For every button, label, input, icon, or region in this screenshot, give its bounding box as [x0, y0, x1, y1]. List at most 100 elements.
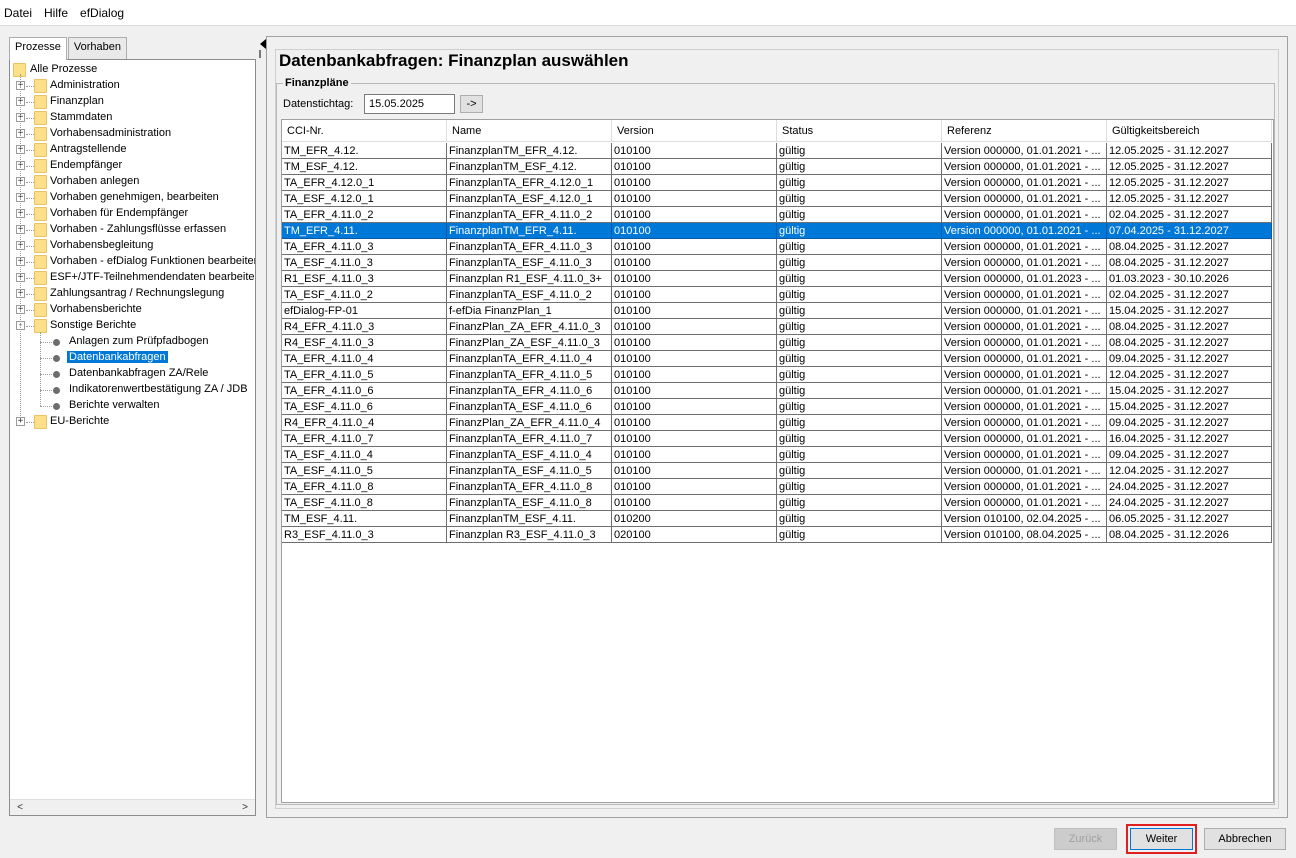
table-row[interactable]: R4_EFR_4.11.0_4 FinanzPlan_ZA_EFR_4.11.0_… [282, 415, 1272, 431]
scroll-right-icon[interactable]: > [237, 800, 253, 816]
table-row[interactable]: TA_EFR_4.11.0_5 FinanzplanTA_EFR_4.11.0_5… [282, 367, 1272, 383]
table-cell: R4_EFR_4.11.0_3 [282, 319, 447, 335]
table-cell: 12.04.2025 - 31.12.2027 [1107, 367, 1272, 383]
tree-item[interactable]: Alle Prozesse [10, 62, 255, 78]
table-row[interactable]: efDialog-FP-01 f-efDia FinanzPlan_1 010100… [282, 303, 1272, 319]
table-row[interactable]: TA_EFR_4.11.0_6 FinanzplanTA_EFR_4.11.0_6… [282, 383, 1272, 399]
tree-item[interactable]: + Vorhaben für Endempfänger [10, 206, 255, 222]
tree-item-label: Vorhaben genehmigen, bearbeiten [50, 191, 219, 203]
tree-item[interactable]: + Vorhaben anlegen [10, 174, 255, 190]
table-cell: 010100 [612, 399, 777, 415]
report-bullet-icon [53, 403, 60, 410]
column-header[interactable]: Referenz [942, 120, 1107, 142]
tree-horizontal-scrollbar[interactable]: < > [10, 799, 255, 815]
table-row-selected[interactable]: TM_EFR_4.11. FinanzplanTM_EFR_4.11. 010100… [282, 223, 1272, 239]
tree-connector [40, 358, 52, 359]
tree-item[interactable]: Anlagen zum Prüfpfadbogen [10, 334, 255, 350]
table-row[interactable]: TA_EFR_4.11.0_2 FinanzplanTA_EFR_4.11.0_2… [282, 207, 1272, 223]
tree-item[interactable]: + Vorhabensadministration [10, 126, 255, 142]
tree-item-label: Berichte verwalten [69, 399, 160, 411]
column-header[interactable]: Gültigkeitsbereich [1107, 120, 1272, 142]
table-row[interactable]: TM_ESF_4.12. FinanzplanTM_ESF_4.12. 010100… [282, 159, 1272, 175]
table-cell: Version 000000, 01.01.2021 - ... [942, 431, 1107, 447]
table-cell: Version 010100, 02.04.2025 - ... [942, 511, 1107, 527]
table-cell: FinanzplanTM_ESF_4.11. [447, 511, 612, 527]
tree-connector [26, 214, 34, 215]
table-row[interactable]: TA_EFR_4.11.0_4 FinanzplanTA_EFR_4.11.0_4… [282, 351, 1272, 367]
table-cell: FinanzPlan_ZA_EFR_4.11.0_3 [447, 319, 612, 335]
tree-item-label: Sonstige Berichte [50, 319, 137, 331]
tree-item[interactable]: + Vorhabensberichte [10, 302, 255, 318]
tab-vorhaben[interactable]: Vorhaben [67, 37, 127, 59]
apply-date-button[interactable]: -> [460, 95, 483, 113]
tree-item[interactable]: Datenbankabfragen ZA/Rele [10, 366, 255, 382]
tree-item[interactable]: Berichte verwalten [10, 398, 255, 414]
tree-connector [40, 374, 52, 375]
tree-connector [26, 86, 34, 87]
table-row[interactable]: R4_ESF_4.11.0_3 FinanzPlan_ZA_ESF_4.11.0_… [282, 335, 1272, 351]
tree-item[interactable]: + Zahlungsantrag / Rechnungslegung [10, 286, 255, 302]
menu-efdialog[interactable]: efDialog [80, 4, 124, 22]
tree-item-label: Vorhabensbegleitung [50, 239, 154, 251]
expand-icon[interactable]: + [16, 417, 25, 426]
tree-item[interactable]: + Vorhabensbegleitung [10, 238, 255, 254]
table-cell: gültig [777, 463, 942, 479]
column-header[interactable]: Version [612, 120, 777, 142]
tree-item[interactable]: + Vorhaben - efDialog Funktionen bearbeit… [10, 254, 255, 270]
table-cell: gültig [777, 431, 942, 447]
tree-connector [26, 422, 34, 423]
table-row[interactable]: TM_ESF_4.11. FinanzplanTM_ESF_4.11. 010200… [282, 511, 1272, 527]
table-row[interactable]: TA_ESF_4.11.0_6 FinanzplanTA_ESF_4.11.0_6… [282, 399, 1272, 415]
back-button[interactable]: Zurück [1054, 828, 1117, 850]
table-cell: 07.04.2025 - 31.12.2027 [1107, 223, 1272, 239]
table-header: CCI-Nr. Name Version Status Referenz Gültigke… [282, 120, 1272, 142]
column-header[interactable]: Status [777, 120, 942, 142]
next-button[interactable]: Weiter [1126, 824, 1197, 854]
tree-item-label: Antragstellende [50, 143, 127, 155]
column-header[interactable]: Name [447, 120, 612, 142]
table-row[interactable]: TA_ESF_4.11.0_4 FinanzplanTA_ESF_4.11.0_4… [282, 447, 1272, 463]
table-row[interactable]: TA_ESF_4.11.0_2 FinanzplanTA_ESF_4.11.0_2… [282, 287, 1272, 303]
scroll-left-icon[interactable]: < [12, 800, 28, 816]
tree-item[interactable]: + ESF+/JTF-Teilnehmendendaten bearbeiten [10, 270, 255, 286]
tree-item[interactable]: Indikatorenwertbestätigung ZA / JDB [10, 382, 255, 398]
table-cell: FinanzplanTA_EFR_4.11.0_5 [447, 367, 612, 383]
tree-item[interactable]: + Vorhaben genehmigen, bearbeiten [10, 190, 255, 206]
menu-datei[interactable]: Datei [4, 4, 32, 22]
table-cell: 010100 [612, 159, 777, 175]
tree-item[interactable]: + Endempfänger [10, 158, 255, 174]
table-row[interactable]: TA_EFR_4.11.0_3 FinanzplanTA_EFR_4.11.0_3… [282, 239, 1272, 255]
tree-item[interactable]: + Finanzplan [10, 94, 255, 110]
tab-prozesse[interactable]: Prozesse [9, 37, 67, 60]
table-cell: TA_ESF_4.11.0_5 [282, 463, 447, 479]
table-row[interactable]: TA_EFR_4.12.0_1 FinanzplanTA_EFR_4.12.0_1… [282, 175, 1272, 191]
table-row[interactable]: TA_EFR_4.11.0_7 FinanzplanTA_EFR_4.11.0_7… [282, 431, 1272, 447]
tree-item[interactable]: Datenbankabfragen [10, 350, 255, 366]
table-row[interactable]: TA_ESF_4.11.0_3 FinanzplanTA_ESF_4.11.0_3… [282, 255, 1272, 271]
table-cell: 010100 [612, 239, 777, 255]
table-row[interactable]: R4_EFR_4.11.0_3 FinanzPlan_ZA_EFR_4.11.0_… [282, 319, 1272, 335]
table-row[interactable]: TM_EFR_4.12. FinanzplanTM_EFR_4.12. 010100… [282, 143, 1272, 159]
table-cell: Version 000000, 01.01.2021 - ... [942, 351, 1107, 367]
tree-item[interactable]: - Sonstige Berichte [10, 318, 255, 334]
table-row[interactable]: TA_ESF_4.12.0_1 FinanzplanTA_ESF_4.12.0_1… [282, 191, 1272, 207]
table-cell: 010100 [612, 271, 777, 287]
tree-connector [26, 134, 34, 135]
table-cell: 09.04.2025 - 31.12.2027 [1107, 415, 1272, 431]
table-row[interactable]: TA_EFR_4.11.0_8 FinanzplanTA_EFR_4.11.0_8… [282, 479, 1272, 495]
table-cell: TA_ESF_4.11.0_6 [282, 399, 447, 415]
table-cell: FinanzplanTA_EFR_4.11.0_4 [447, 351, 612, 367]
column-header[interactable]: CCI-Nr. [282, 120, 447, 142]
tree-item[interactable]: + Antragstellende [10, 142, 255, 158]
menu-hilfe[interactable]: Hilfe [44, 4, 68, 22]
table-row[interactable]: TA_ESF_4.11.0_8 FinanzplanTA_ESF_4.11.0_8… [282, 495, 1272, 511]
table-row[interactable]: TA_ESF_4.11.0_5 FinanzplanTA_ESF_4.11.0_5… [282, 463, 1272, 479]
table-row[interactable]: R1_ESF_4.11.0_3 Finanzplan R1_ESF_4.11.0_… [282, 271, 1272, 287]
cancel-button[interactable]: Abbrechen [1204, 828, 1286, 850]
tree-item[interactable]: + Stammdaten [10, 110, 255, 126]
table-row[interactable]: R3_ESF_4.11.0_3 Finanzplan R3_ESF_4.11.0_… [282, 527, 1272, 543]
tree-item[interactable]: + Vorhaben - Zahlungsflüsse erfassen [10, 222, 255, 238]
tree-item[interactable]: + EU-Berichte [10, 414, 255, 430]
tree-item[interactable]: + Administration [10, 78, 255, 94]
stichtag-input[interactable] [364, 94, 455, 114]
